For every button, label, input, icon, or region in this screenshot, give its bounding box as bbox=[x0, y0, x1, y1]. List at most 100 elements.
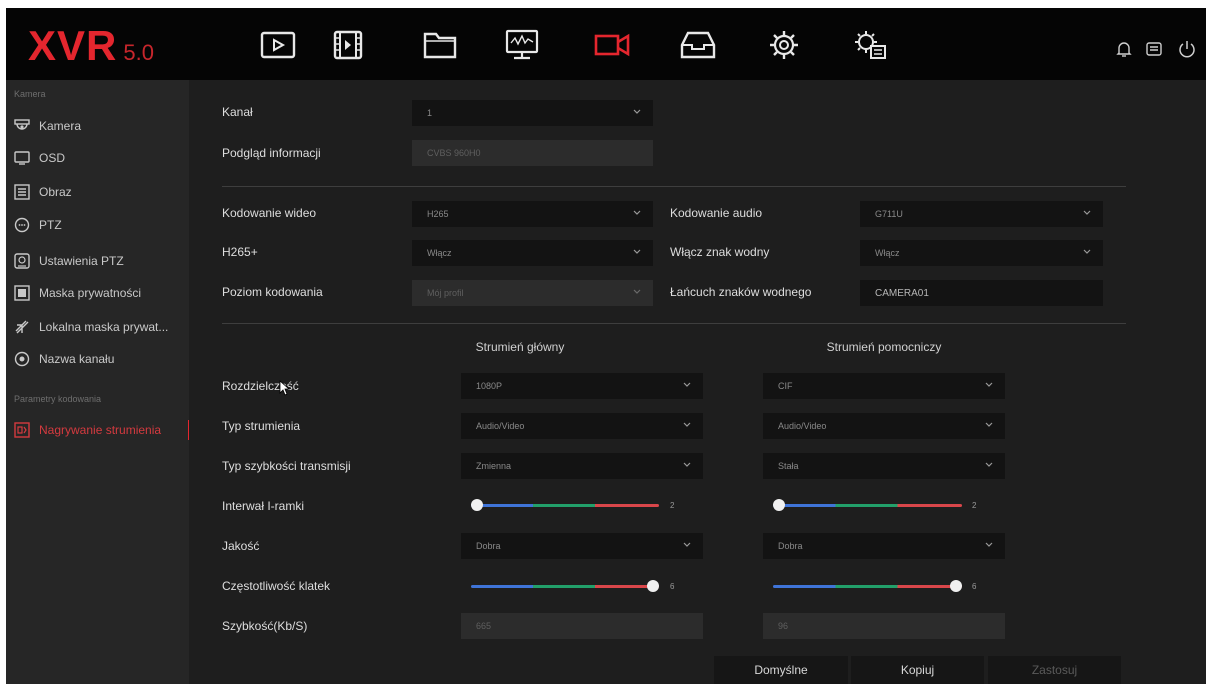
sidebar-item-kamera[interactable]: Kamera bbox=[14, 115, 194, 137]
divider bbox=[222, 323, 1126, 324]
backup-icon[interactable] bbox=[1144, 39, 1164, 59]
sidebar-item-local-mask[interactable]: Lokalna maska prywat... bbox=[14, 316, 194, 338]
sub-iframe-value: 2 bbox=[972, 501, 977, 510]
sidebar-item-record-stream[interactable]: Nagrywanie strumienia bbox=[14, 419, 194, 441]
power-icon[interactable] bbox=[1177, 39, 1197, 59]
slider-track bbox=[773, 504, 962, 507]
sub-bitrate-field: 96 bbox=[763, 613, 1005, 639]
slider-track bbox=[471, 504, 659, 507]
sidebar-item-ptz[interactable]: PTZ bbox=[14, 214, 194, 236]
main-resolution-value: 1080P bbox=[476, 381, 503, 391]
chevron-down-icon bbox=[985, 542, 993, 547]
copy-button[interactable]: Kopiuj bbox=[851, 656, 984, 684]
chevron-down-icon bbox=[633, 249, 641, 254]
chevron-down-icon bbox=[985, 382, 993, 387]
watermark-enable-select[interactable]: Włącz bbox=[860, 240, 1103, 266]
sidebar-item-osd[interactable]: OSD bbox=[14, 147, 194, 169]
sidebar-item-channel-name[interactable]: Nazwa kanału bbox=[14, 348, 194, 370]
sub-quality-value: Dobra bbox=[778, 541, 803, 551]
sub-stream-type-select[interactable]: Audio/Video bbox=[763, 413, 1005, 439]
bitrate-label: Szybkość(Kb/S) bbox=[222, 619, 308, 633]
watermark-string-label: Łańcuch znaków wodnego bbox=[670, 285, 812, 299]
monitor-icon[interactable] bbox=[502, 28, 542, 62]
sidebar-item-label: Ustawienia PTZ bbox=[39, 254, 124, 268]
apply-button[interactable]: Zastosuj bbox=[988, 656, 1121, 684]
ptz-settings-icon bbox=[14, 253, 30, 269]
logo-version: 5.0 bbox=[123, 40, 154, 65]
sidebar-item-ptz-settings[interactable]: Ustawienia PTZ bbox=[14, 250, 194, 272]
system-settings-icon[interactable] bbox=[850, 28, 890, 62]
sub-quality-select[interactable]: Dobra bbox=[763, 533, 1005, 559]
slider-knob[interactable] bbox=[471, 499, 483, 511]
sidebar-item-label: Nagrywanie strumienia bbox=[39, 423, 162, 437]
slider-knob[interactable] bbox=[950, 580, 962, 592]
privacy-mask-icon bbox=[14, 285, 30, 301]
sidebar-item-label: PTZ bbox=[39, 218, 62, 232]
sidebar-item-obraz[interactable]: Obraz bbox=[14, 181, 194, 203]
chevron-down-icon bbox=[683, 422, 691, 427]
audio-encoding-label: Kodowanie audio bbox=[670, 206, 763, 220]
folder-icon[interactable] bbox=[420, 28, 460, 62]
sidebar-item-label: Maska prywatności bbox=[39, 286, 142, 300]
bell-icon[interactable] bbox=[1114, 39, 1134, 59]
main-stream-type-select[interactable]: Audio/Video bbox=[461, 413, 703, 439]
video-encoding-select[interactable]: H265 bbox=[412, 201, 653, 227]
main-bitrate-type-select[interactable]: Zmienna bbox=[461, 453, 703, 479]
chevron-down-icon bbox=[683, 542, 691, 547]
sub-stream-header: Strumień pomocniczy bbox=[826, 340, 942, 354]
main-quality-value: Dobra bbox=[476, 541, 501, 551]
bitrate-type-label: Typ szybkości transmisji bbox=[222, 459, 351, 473]
main-quality-select[interactable]: Dobra bbox=[461, 533, 703, 559]
chevron-down-icon bbox=[1083, 249, 1091, 254]
sub-resolution-value: CIF bbox=[778, 381, 793, 391]
chevron-down-icon bbox=[985, 422, 993, 427]
record-stream-icon bbox=[14, 422, 30, 438]
camera-dome-icon bbox=[14, 118, 30, 134]
settings-panel: Kanał 1 Podgląd informacji CVBS 960H0 Ko… bbox=[189, 80, 1206, 684]
image-adjust-icon bbox=[14, 184, 30, 200]
sub-iframe-slider[interactable] bbox=[773, 499, 962, 511]
h265plus-select[interactable]: Włącz bbox=[412, 240, 653, 266]
slider-knob[interactable] bbox=[773, 499, 785, 511]
frame-rate-label: Częstotliwość klatek bbox=[222, 579, 331, 593]
ptz-icon bbox=[14, 217, 30, 233]
sub-bitrate-type-value: Stała bbox=[778, 461, 799, 471]
main-iframe-value: 2 bbox=[670, 501, 675, 510]
sub-resolution-select[interactable]: CIF bbox=[763, 373, 1005, 399]
chevron-down-icon bbox=[683, 382, 691, 387]
chevron-down-icon bbox=[985, 462, 993, 467]
slider-track bbox=[773, 585, 962, 588]
main-resolution-select[interactable]: 1080P bbox=[461, 373, 703, 399]
h265plus-value: Włącz bbox=[427, 248, 452, 258]
camera-icon[interactable] bbox=[593, 28, 633, 62]
encoding-level-select: Mój profil bbox=[412, 280, 653, 306]
default-button[interactable]: Domyślne bbox=[714, 656, 848, 684]
settings-icon[interactable] bbox=[764, 28, 804, 62]
video-list-icon[interactable] bbox=[328, 28, 368, 62]
channel-select[interactable]: 1 bbox=[412, 100, 653, 126]
storage-icon[interactable] bbox=[678, 28, 718, 62]
sub-stream-type-value: Audio/Video bbox=[778, 421, 827, 431]
sub-bitrate-type-select[interactable]: Stała bbox=[763, 453, 1005, 479]
encoding-level-label: Poziom kodowania bbox=[222, 285, 323, 299]
info-preview-field: CVBS 960H0 bbox=[412, 140, 653, 166]
sidebar-item-label: OSD bbox=[39, 151, 66, 165]
main-framerate-slider[interactable] bbox=[471, 580, 659, 592]
main-iframe-slider[interactable] bbox=[471, 499, 659, 511]
video-encoding-value: H265 bbox=[427, 209, 449, 219]
slider-knob[interactable] bbox=[647, 580, 659, 592]
playback-icon[interactable] bbox=[258, 28, 298, 62]
stream-type-label: Typ strumienia bbox=[222, 419, 301, 433]
chevron-down-icon bbox=[683, 462, 691, 467]
audio-encoding-select[interactable]: G711U bbox=[860, 201, 1103, 227]
logo-text: XVR bbox=[28, 22, 118, 69]
channel-label: Kanał bbox=[222, 105, 253, 119]
sub-framerate-slider[interactable] bbox=[773, 580, 962, 592]
main-stream-type-value: Audio/Video bbox=[476, 421, 525, 431]
watermark-string-input[interactable]: CAMERA01 bbox=[860, 280, 1103, 306]
sidebar-item-label: Kamera bbox=[39, 119, 82, 133]
main-bitrate-type-value: Zmienna bbox=[476, 461, 512, 471]
chevron-down-icon bbox=[633, 289, 641, 294]
sidebar-item-privacy-mask[interactable]: Maska prywatności bbox=[14, 282, 194, 304]
iframe-interval-label: Interwał I-ramki bbox=[222, 499, 305, 513]
